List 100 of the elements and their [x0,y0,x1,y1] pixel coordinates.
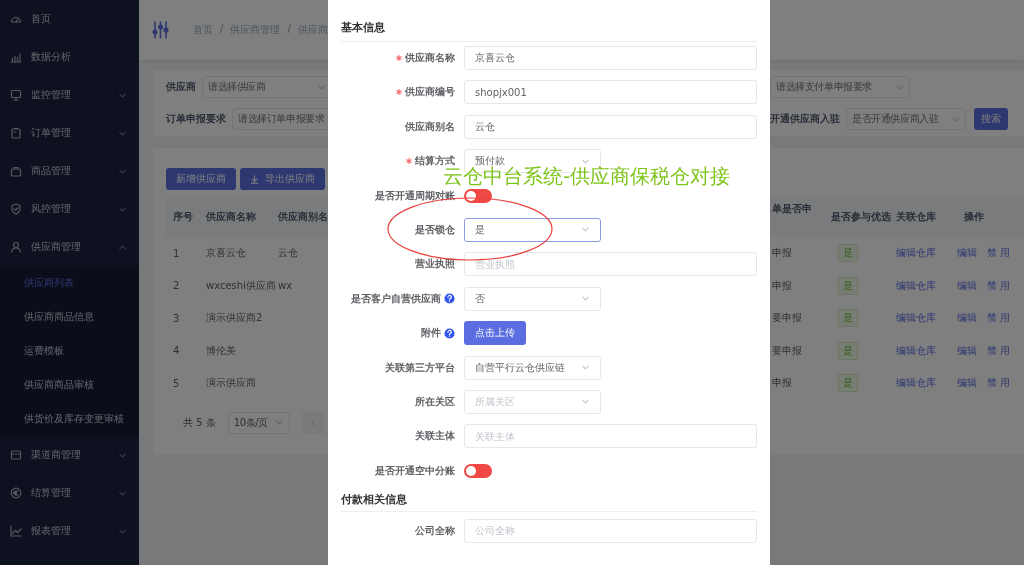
sliders-icon [152,21,169,39]
input-field[interactable]: 京喜云仓 [464,46,757,70]
field-label: 是否开通周期对账 [375,188,455,203]
bag-icon [10,165,22,177]
column-header: 是否参与优选 [830,210,889,224]
field-label: 附件 [421,326,441,341]
table-cell-text: 申报 [771,246,793,261]
field-label: 供应商别名 [405,119,455,134]
toolbar-button[interactable]: 导出供应商 [240,168,325,190]
filter-select[interactable]: 是否开通供应商入驻 [846,108,966,130]
line-chart-icon [10,525,22,537]
toggle-switch[interactable] [464,463,492,478]
field-label: 所在关区 [415,394,455,409]
clipboard-icon [10,127,22,139]
select-field[interactable]: 是 [464,217,601,242]
submenu-item[interactable]: 供应商商品审核 [0,368,139,402]
total-count: 共 5 条 [183,415,216,430]
action-link[interactable]: 禁 用 [987,343,1011,358]
sidebar-item[interactable]: 商品管理 [0,152,139,190]
warehouse-link[interactable]: 编辑仓库 [896,247,936,259]
warehouse-link[interactable]: 编辑仓库 [896,377,936,389]
sidebar-item[interactable]: 风控管理 [0,190,139,228]
submenu-item[interactable]: 运费模板 [0,334,139,368]
action-link[interactable]: 禁 用 [987,311,1011,326]
table-cell-text: 4 [172,345,181,357]
sidebar-item[interactable]: 监控管理 [0,76,139,114]
table-cell-text: 要申报 [771,311,803,326]
column-header: 序号 [172,210,194,224]
chevron-down-icon [274,418,284,427]
select-field[interactable]: 否 [464,286,601,311]
breadcrumb-separator: / [220,23,224,36]
section-title: 基本信息 [341,21,385,34]
monitor-icon [10,89,22,101]
field-label: 关联第三方平台 [385,360,455,375]
table-cell-text: 云仓 [277,246,299,261]
column-header: 关联仓库 [895,210,937,224]
menu-label: 风控管理 [31,202,72,216]
download-icon [250,174,259,184]
warehouse-link[interactable]: 编辑仓库 [896,279,936,291]
euro-icon [10,487,22,499]
menu-label: 数据分析 [31,50,72,64]
upload-button[interactable]: 点击上传 [464,321,526,346]
shield-icon [10,203,22,215]
menu-label: 报表管理 [31,524,72,538]
action-link[interactable]: 编辑 [957,278,977,293]
sidebar-item[interactable]: 结算管理 [0,474,139,512]
select-field[interactable]: 自营平行云仓供应链 [464,355,601,380]
table-cell-text: 演示供应商 [205,376,257,391]
menu-label: 供应商管理 [31,240,82,254]
action-link[interactable]: 编辑 [957,343,977,358]
submenu-item[interactable]: 供货价及库存变更审核 [0,402,139,436]
sidebar-item[interactable]: 报表管理 [0,512,139,550]
status-tag: 是 [838,276,858,295]
action-link[interactable]: 禁 用 [987,376,1011,391]
sidebar-item[interactable]: 渠道商管理 [0,436,139,474]
sidebar-item[interactable]: 订单管理 [0,114,139,152]
menu-label: 商品管理 [31,164,72,178]
action-link[interactable]: 编辑 [957,311,977,326]
menu-label: 监控管理 [31,88,72,102]
card-icon [10,449,22,461]
table-cell-text: 演示供应商2 [205,311,264,326]
submenu-item[interactable]: 供应商商品信息 [0,300,139,334]
table-cell-text: 要申报 [771,343,803,358]
table-cell-text: wx [277,280,294,292]
input-field[interactable]: shopjx001 [464,80,757,105]
search-button[interactable]: 搜索 [974,108,1008,130]
warehouse-link[interactable]: 编辑仓库 [896,344,936,356]
table-cell-text: 5 [172,377,181,389]
sidebar-item[interactable]: 数据分析 [0,38,139,76]
table-cell-text: 3 [172,312,181,324]
action-link[interactable]: 编辑 [957,246,977,261]
menu-label: 订单管理 [31,126,72,140]
user-icon [10,241,22,253]
filter-label: 开通供应商入驻 [770,112,840,126]
filter-select[interactable]: 请选择支付单申报要求 [770,76,910,98]
action-link[interactable]: 禁 用 [987,246,1011,261]
filter-label: 订单申报要求 [166,112,226,126]
table-cell-text: 申报 [771,376,793,391]
action-link[interactable]: 编辑 [957,376,977,391]
page-size-select[interactable]: 10条/页 [227,411,290,434]
table-cell-text: 申报 [771,278,793,293]
column-header: 供应商名称 [205,210,257,224]
input-field[interactable]: 云仓 [464,114,757,139]
filter-label: 供应商 [166,80,196,94]
table-cell-text: 1 [172,247,181,259]
action-link[interactable]: 禁 用 [987,278,1011,293]
field-label: 结算方式 [415,154,455,168]
table-cell-text: 2 [172,280,181,292]
chevron-down-icon [581,363,590,372]
warehouse-link[interactable]: 编辑仓库 [896,312,936,324]
status-tag: 是 [838,244,858,263]
sidebar-item[interactable]: 供应商管理 [0,228,139,266]
section-title: 付款相关信息 [341,492,407,506]
table-cell-text: 博伦美 [205,343,237,358]
status-tag: 是 [838,374,858,393]
toolbar-button[interactable]: 新增供应商 [166,168,236,190]
column-header: 供应商别名 [277,210,329,224]
submenu-item[interactable]: 供应商列表 [0,266,139,300]
sidebar-item[interactable]: 首页 [0,0,139,38]
field-label: 是否开通空中分账 [375,463,455,478]
